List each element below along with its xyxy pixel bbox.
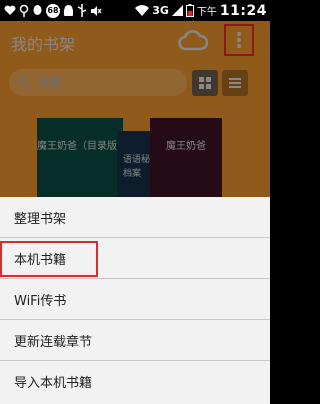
menu-item-update-chapters[interactable]: 更新连载章节: [0, 320, 270, 361]
battery-icon: [185, 4, 194, 17]
overflow-menu: 整理书架 本机书籍 WiFi传书 更新连载章节 导入本机书籍: [0, 197, 270, 404]
android-icon: [64, 4, 73, 16]
menu-item-label: WiFi传书: [14, 293, 67, 309]
menu-item-local-books[interactable]: 本机书籍: [0, 238, 270, 279]
bookshelf-screen: 我的书架 搜索 魔王奶爸（目录版） 语语秘档案 魔王奶爸 整理书架 本机书籍 W…: [0, 21, 270, 404]
menu-item-label: 更新连载章节: [14, 334, 93, 350]
menu-item-wifi-transfer[interactable]: WiFi传书: [0, 279, 270, 320]
heart-notification-icon: [4, 5, 16, 16]
menu-item-label: 导入本机书籍: [14, 376, 93, 391]
status-bar: 68 3G 下午 11:24: [0, 0, 270, 21]
am-pm-label: 下午: [196, 7, 217, 18]
mute-icon: [91, 5, 102, 16]
network-type-label: 3G: [152, 4, 169, 17]
signal-icon: [171, 5, 183, 16]
qq-icon: [33, 5, 42, 15]
menu-item-label: 整理书架: [14, 211, 67, 227]
highlight-box: [0, 241, 98, 277]
menu-item-organize-shelf[interactable]: 整理书架: [0, 197, 270, 238]
pin-icon: [19, 4, 29, 17]
usb-icon: [77, 4, 87, 17]
clock-time: 11:24: [219, 2, 267, 19]
menu-item-import-local-books[interactable]: 导入本机书籍: [0, 361, 270, 402]
wifi-icon: [135, 5, 150, 16]
notification-count-badge: 68: [46, 3, 60, 18]
